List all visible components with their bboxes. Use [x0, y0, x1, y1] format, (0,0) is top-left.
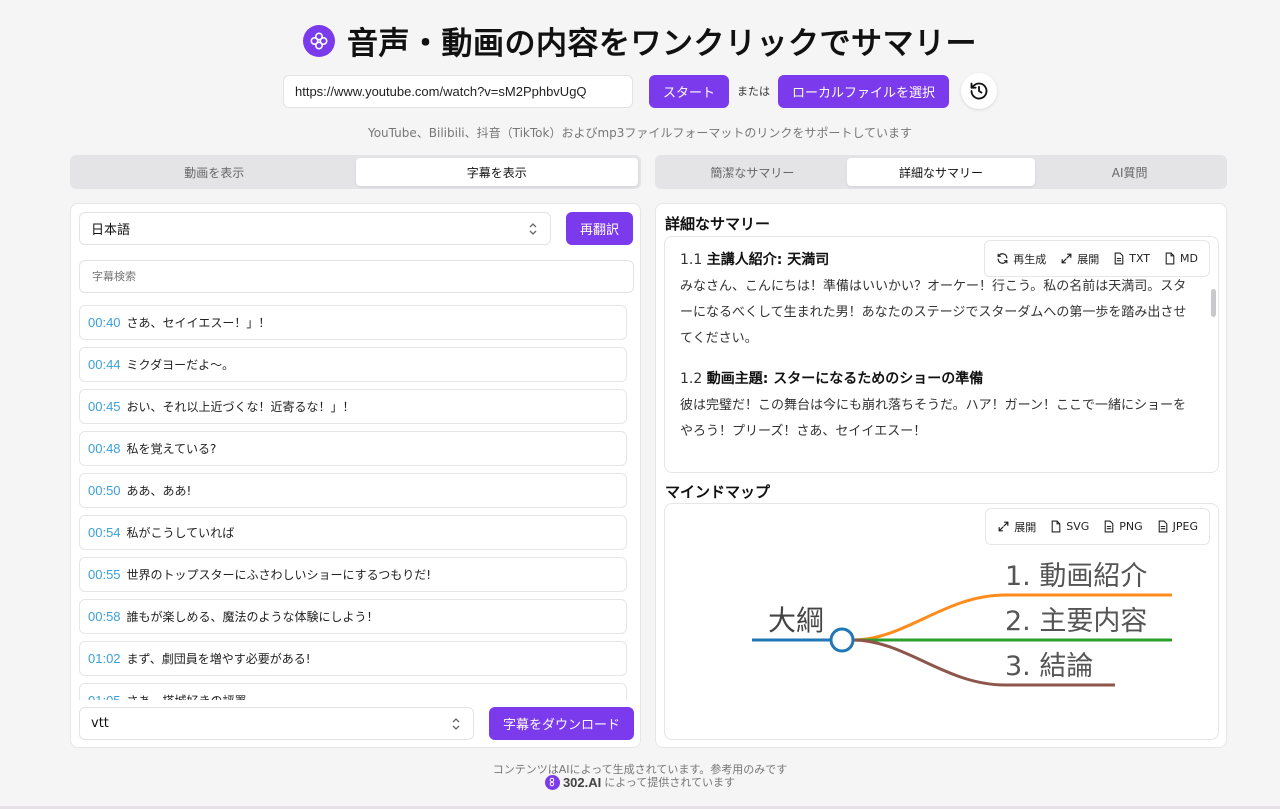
file-text-icon: [1114, 252, 1124, 265]
summary-body: みなさん、こんにちは！準備はいいかい？オーケー！行こう。私の名前は天満司。スター…: [680, 279, 1187, 346]
mindmap-expand-button[interactable]: 展開: [992, 519, 1041, 535]
select-local-file-button[interactable]: ローカルファイルを選択: [778, 74, 950, 108]
export-jpeg-button[interactable]: JPEG: [1152, 520, 1203, 533]
tab-ai-question[interactable]: AI質問: [1035, 158, 1224, 186]
file-text-icon: [1158, 520, 1167, 533]
detailed-summary-box[interactable]: 1.1 主講人紹介: 天満司 みなさん、こんにちは！準備はいいかい？オーケー！行…: [664, 236, 1219, 473]
scrollbar[interactable]: [1211, 289, 1216, 317]
subtitle-timestamp[interactable]: 00:58: [88, 609, 121, 624]
summary-section: 1.2 動画主題: スターになるためのショーの準備 彼は完璧だ！この舞台は今にも…: [680, 366, 1195, 445]
tab-show-subtitles[interactable]: 字幕を表示: [355, 158, 638, 186]
export-md-button[interactable]: MD: [1159, 252, 1203, 265]
chevron-updown-icon: [452, 718, 460, 730]
url-input[interactable]: [282, 74, 633, 108]
right-tabbar: 簡潔なサマリー 詳細なサマリー AI質問: [655, 155, 1227, 189]
export-png-button[interactable]: PNG: [1098, 520, 1147, 533]
subtitle-text: 私がこうしていれば: [126, 526, 235, 540]
history-icon: [970, 82, 988, 100]
subtitle-text: おい、それ以上近づくな！近寄るな！」！: [126, 400, 355, 414]
expand-button[interactable]: 展開: [1055, 251, 1104, 267]
subtitle-timestamp[interactable]: 00:45: [88, 399, 121, 414]
expand-icon: [998, 521, 1009, 532]
file-icon: [1051, 520, 1061, 533]
subtitle-item[interactable]: 00:48 私を覚えている?: [79, 431, 627, 466]
mindmap-branch-label-2: 2. 主要内容: [1005, 606, 1147, 637]
download-subtitles-button[interactable]: 字幕をダウンロード: [489, 707, 635, 740]
tab-show-video[interactable]: 動画を表示: [73, 158, 356, 186]
start-button[interactable]: スタート: [648, 74, 729, 108]
mindmap-box[interactable]: 大綱 1. 動画紹介 2. 主要内容 3. 結論 展開 SVG PNG JPEG: [664, 503, 1219, 740]
subtitle-item[interactable]: 00:44 ミクダヨーだよ～。: [79, 347, 627, 382]
chevron-updown-icon: [529, 223, 537, 235]
export-svg-button[interactable]: SVG: [1045, 520, 1094, 533]
url-row: スタート または ローカルファイルを選択: [0, 73, 1280, 109]
mindmap-title: マインドマップ: [665, 483, 771, 501]
subtitle-panel: 日本語 再翻訳 00:40さあ、セイイエスー！」！00:44ミクダヨーだよ～。0…: [70, 203, 641, 748]
summary-heading: 1.2 動画主題: スターになるためのショーの準備: [680, 371, 984, 387]
brand-link[interactable]: 302.AI: [563, 775, 601, 790]
mindmap-branch-label-3: 3. 結論: [1005, 651, 1093, 682]
tab-detailed-summary[interactable]: 詳細なサマリー: [846, 158, 1036, 186]
subtitle-text: まず、劇団員を増やす必要がある!: [126, 652, 311, 666]
format-select[interactable]: vtt: [79, 707, 474, 740]
summary-toolbar: 再生成 展開 TXT MD: [984, 240, 1210, 277]
language-select[interactable]: 日本語: [79, 212, 551, 245]
mindmap-toolbar: 展開 SVG PNG JPEG: [985, 508, 1210, 545]
format-value: vtt: [91, 716, 109, 731]
subtitle-timestamp[interactable]: 00:54: [88, 525, 121, 540]
subtitle-timestamp[interactable]: 01:02: [88, 651, 121, 666]
subtitle-item[interactable]: 00:58 誰もが楽しめる、魔法のような体験にしよう！: [79, 599, 627, 634]
page-title: 音声・動画の内容をワンクリックでサマリー: [347, 26, 977, 62]
tab-brief-summary[interactable]: 簡潔なサマリー: [658, 158, 847, 186]
regenerate-button[interactable]: 再生成: [991, 251, 1051, 267]
app-logo-icon: [303, 24, 335, 57]
subtitle-item[interactable]: 00:54 私がこうしていれば: [79, 515, 627, 550]
export-txt-button[interactable]: TXT: [1108, 252, 1155, 265]
support-text: YouTube、Bilibili、抖音（TikTok）およびmp3ファイルフォー…: [367, 126, 913, 140]
summary-content: 1.1 主講人紹介: 天満司 みなさん、こんにちは！準備はいいかい？オーケー！行…: [680, 247, 1195, 459]
file-icon: [1165, 252, 1175, 265]
language-value: 日本語: [91, 223, 131, 238]
mindmap-root-label: 大綱: [768, 604, 824, 637]
brand-logo-icon: [544, 774, 560, 790]
left-tabbar: 動画を表示 字幕を表示: [70, 155, 641, 189]
subtitle-item[interactable]: 00:40 さあ、セイイエスー！」！: [79, 305, 627, 340]
detailed-summary-title: 詳細なサマリー: [665, 215, 771, 233]
summary-heading: 1.1 主講人紹介: 天満司: [680, 252, 830, 268]
subtitle-item[interactable]: 00:45 おい、それ以上近づくな！近寄るな！」！: [79, 389, 627, 424]
subtitle-timestamp[interactable]: 01:05: [88, 693, 121, 700]
history-button[interactable]: [961, 73, 998, 109]
subtitle-item[interactable]: 00:50 ああ、ああ!: [79, 473, 627, 508]
subtitle-search-input[interactable]: [79, 260, 634, 293]
summary-body: 彼は完璧だ！この舞台は今にも崩れ落ちそうだ。ハア！ガーン！ここで一緒にショーをや…: [680, 398, 1186, 439]
subtitle-timestamp[interactable]: 00:48: [88, 441, 121, 456]
or-label: または: [737, 85, 770, 98]
subtitle-text: さあ、搭城好きの評署: [127, 692, 247, 700]
subtitle-text: 誰もが楽しめる、魔法のような体験にしよう！: [126, 610, 379, 624]
retranslate-button[interactable]: 再翻訳: [566, 212, 634, 245]
refresh-icon: [997, 253, 1008, 264]
expand-icon: [1061, 253, 1072, 264]
subtitle-text: ミクダヨーだよ～。: [126, 358, 235, 372]
subtitle-timestamp[interactable]: 00:40: [88, 315, 121, 330]
subtitle-text: さあ、セイイエスー！」！: [126, 316, 271, 330]
subtitle-timestamp[interactable]: 00:55: [88, 567, 121, 582]
subtitle-item[interactable]: 01:02 まず、劇団員を増やす必要がある!: [79, 641, 627, 676]
summary-panel: 詳細なサマリー 1.1 主講人紹介: 天満司 みなさん、こんにちは！準備はいいか…: [655, 203, 1227, 748]
subtitle-timestamp[interactable]: 00:50: [88, 483, 121, 498]
subtitle-item[interactable]: 00:55 世界のトップスターにふさわしいショーにするつもりだ!: [79, 557, 627, 592]
subtitle-text: ああ、ああ!: [126, 484, 192, 498]
mindmap-branch-label-1: 1. 動画紹介: [1005, 561, 1147, 592]
footer-credit: 302.AI によって提供されています: [0, 774, 1280, 790]
subtitle-item[interactable]: 01:05 さあ、搭城好きの評署: [79, 683, 627, 700]
subtitle-list[interactable]: 00:40 さあ、セイイエスー！」！ 00:44 ミクダヨーだよ～。 00:45 おい、そ…: [79, 305, 627, 700]
footer-provided-by: によって提供されています: [604, 776, 736, 789]
subtitle-text: 世界のトップスターにふさわしいショーにするつもりだ!: [126, 568, 431, 582]
app-header: 音声・動画の内容をワンクリックでサマリー: [0, 18, 1280, 63]
file-text-icon: [1104, 520, 1114, 533]
subtitle-timestamp[interactable]: 00:44: [88, 357, 121, 372]
mindmap-root-node: [829, 627, 855, 653]
subtitle-text: 私を覚えている?: [126, 442, 217, 456]
